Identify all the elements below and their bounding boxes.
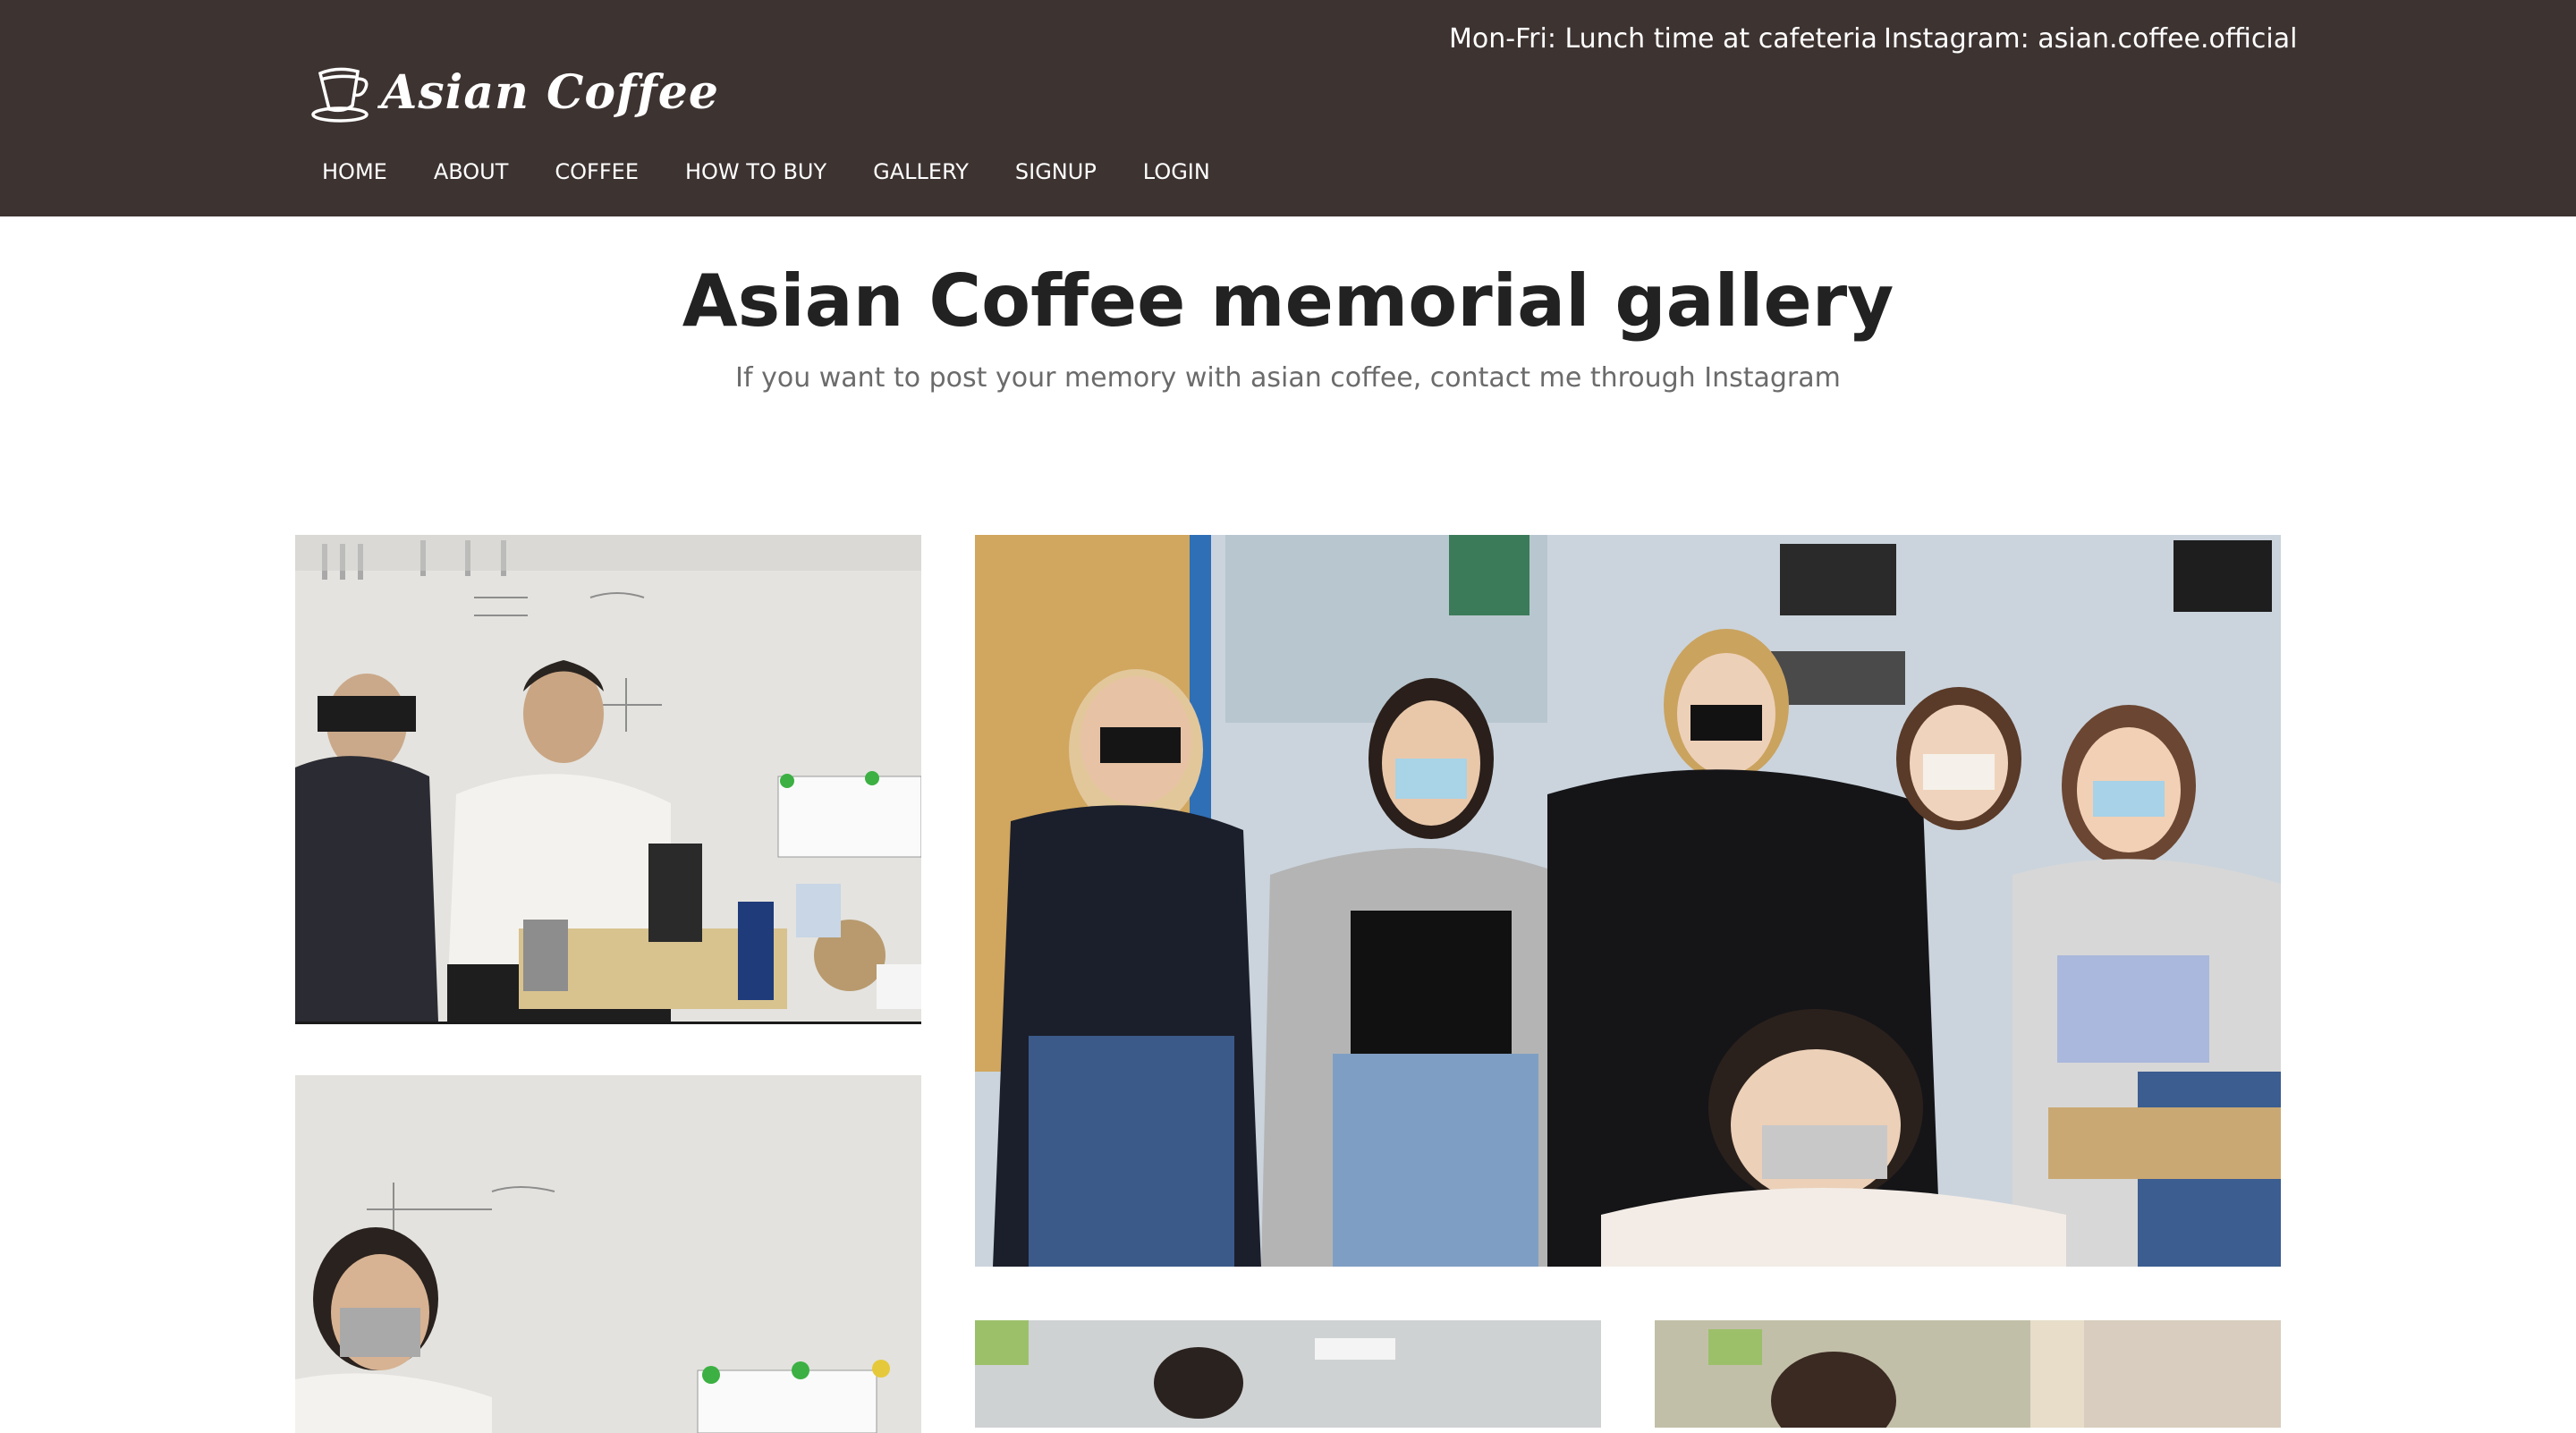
gallery-photo[interactable] bbox=[295, 535, 921, 1024]
photo-barista-whiteboard bbox=[295, 535, 921, 1022]
main-nav: HOME ABOUT COFFEE HOW TO BUY GALLERY SIG… bbox=[322, 154, 1210, 190]
instagram-info[interactable]: Instagram: asian.coffee.official bbox=[1884, 21, 2297, 57]
gallery-photo[interactable] bbox=[1655, 1320, 2281, 1428]
gallery-photo[interactable] bbox=[295, 1075, 921, 1433]
nav-coffee[interactable]: COFFEE bbox=[555, 154, 639, 190]
nav-home[interactable]: HOME bbox=[322, 154, 387, 190]
logo-text: Asian Coffee bbox=[381, 65, 719, 120]
nav-about[interactable]: ABOUT bbox=[434, 154, 509, 190]
site-header: Mon-Fri: Lunch time at cafeteria Instagr… bbox=[0, 0, 2576, 216]
site-logo[interactable]: Asian Coffee bbox=[309, 59, 718, 131]
nav-gallery[interactable]: GALLERY bbox=[873, 154, 969, 190]
photo-barista-thumbs-up bbox=[295, 1075, 921, 1433]
gallery-photo[interactable] bbox=[975, 1320, 1601, 1428]
photo-classroom-ceiling bbox=[975, 1320, 1601, 1428]
coffee-cup-icon bbox=[311, 67, 369, 123]
hours-info: Mon-Fri: Lunch time at cafeteria bbox=[1449, 23, 1877, 55]
page-subtitle: If you want to post your memory with asi… bbox=[735, 362, 1841, 394]
nav-login[interactable]: LOGIN bbox=[1143, 154, 1210, 190]
page-title: Asian Coffee memorial gallery bbox=[682, 259, 1894, 343]
photo-classroom-selfie bbox=[1655, 1320, 2281, 1428]
nav-how-to-buy[interactable]: HOW TO BUY bbox=[685, 154, 826, 190]
nav-signup[interactable]: SIGNUP bbox=[1015, 154, 1097, 190]
photo-group-classroom bbox=[975, 535, 2281, 1267]
gallery-photo[interactable] bbox=[975, 535, 2281, 1267]
